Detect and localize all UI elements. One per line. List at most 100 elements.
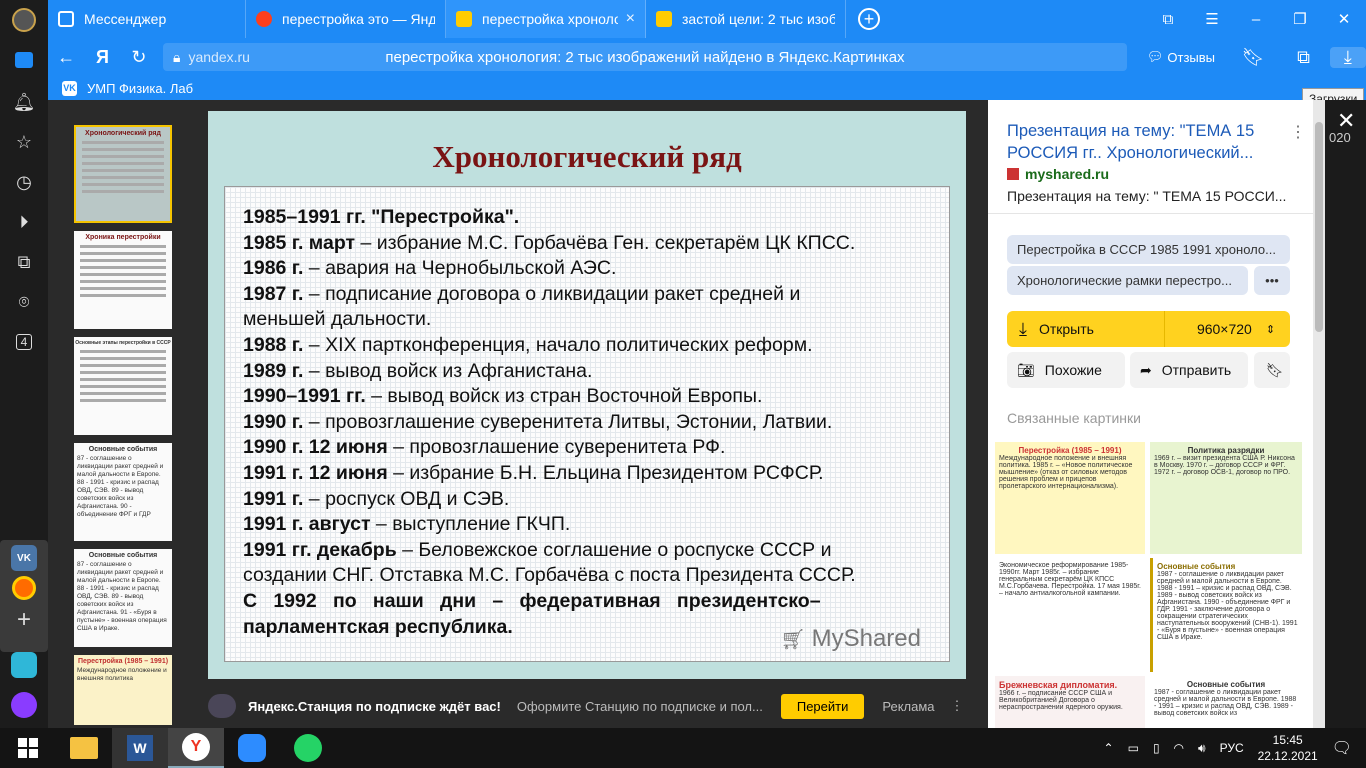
- slide-line: 1987 г. – подписание договора о ликвидац…: [243, 282, 801, 305]
- close-button[interactable]: ✕: [1322, 10, 1366, 28]
- tabs-count-icon[interactable]: 4: [0, 322, 48, 362]
- clock[interactable]: 15:45 22.12.2021: [1258, 732, 1318, 764]
- thumbnail[interactable]: Хроника перестройки: [74, 231, 172, 329]
- more-chips-button[interactable]: •••: [1254, 266, 1290, 295]
- zoom-icon[interactable]: [224, 728, 280, 768]
- notifications-icon[interactable]: 🔔︎: [0, 82, 48, 122]
- thumbnail[interactable]: Основные события 87 - соглашение о ликви…: [74, 443, 172, 541]
- menu-icon[interactable]: ☰: [1190, 10, 1234, 28]
- right-edge: ✕ 020: [1325, 100, 1366, 728]
- slide-line: 1991 г. 12 июня – избрание Б.Н. Ельцина …: [243, 461, 824, 484]
- related-image[interactable]: Экономическое реформирование 1985-1990гг…: [995, 558, 1145, 672]
- profile-avatar[interactable]: [0, 0, 48, 40]
- minimize-button[interactable]: –: [1234, 11, 1278, 28]
- related-image[interactable]: Перестройка (1985 – 1991) Международное …: [995, 442, 1145, 554]
- file-explorer-icon[interactable]: [56, 728, 112, 768]
- size-select[interactable]: 960×720: [1197, 321, 1252, 337]
- network-icon[interactable]: ▭: [1128, 741, 1139, 755]
- thumbnail[interactable]: Перестройка (1985 – 1991) Международное …: [74, 655, 172, 725]
- related-image-text: 1969 г. – визит президента США Р. Никсон…: [1154, 455, 1295, 476]
- thumbnail-title: Основные события: [88, 552, 158, 559]
- source-site-link[interactable]: myshared.ru: [1007, 166, 1109, 182]
- related-image-text: 1966 г. – подписание СССР США и Великобр…: [999, 690, 1123, 711]
- tab-bar: Мессенджер перестройка это — Яндек перес…: [48, 0, 1366, 38]
- favorites-icon[interactable]: ☆: [0, 122, 48, 162]
- station-icon: [208, 694, 236, 718]
- collections-icon[interactable]: ⧉: [0, 242, 48, 282]
- add-panel-icon[interactable]: +: [0, 600, 48, 640]
- history-icon[interactable]: ◷: [0, 162, 48, 202]
- tray-expand-icon[interactable]: ⌃: [1104, 741, 1114, 755]
- source-title-link[interactable]: Презентация на тему: "ТЕМА 15 РОССИЯ гг.…: [1007, 120, 1287, 164]
- vk-icon: VK: [62, 80, 77, 96]
- battery-icon[interactable]: ▯: [1153, 741, 1160, 755]
- ad-banner[interactable]: Яндекс.Станция по подписке ждёт вас! Офо…: [208, 690, 966, 722]
- collections-button[interactable]: ⧉: [1285, 47, 1321, 68]
- tag-chip[interactable]: Перестройка в СССР 1985 1991 хроноло...: [1007, 235, 1290, 264]
- share-icon: ➦: [1140, 361, 1152, 378]
- tab-yandex-search[interactable]: перестройка это — Яндек: [246, 0, 446, 38]
- thumbnail-title: Хроника перестройки: [85, 234, 161, 241]
- word-icon[interactable]: W: [112, 728, 168, 768]
- system-tray: ⌃ ▭ ▯ ◠ 🔊︎ РУС 15:45 22.12.2021 🗨︎: [1104, 732, 1366, 764]
- similar-label: Похожие: [1044, 362, 1102, 378]
- camera-icon: 📷︎: [1017, 361, 1035, 378]
- bookmark-icon[interactable]: 🔖︎: [1235, 47, 1271, 68]
- new-tab-button[interactable]: +: [858, 8, 880, 30]
- similar-button[interactable]: 📷︎ Похожие: [1007, 352, 1125, 388]
- reviews-button[interactable]: 💬︎ Отзывы: [1147, 49, 1215, 65]
- restore-button[interactable]: ❐: [1278, 10, 1322, 28]
- related-image[interactable]: Брежневская дипломатия. 1966 г. – подпис…: [995, 676, 1145, 728]
- language-indicator[interactable]: РУС: [1220, 741, 1244, 755]
- slide-line: 1990 г. 12 июня – провозглашение суверен…: [243, 436, 726, 459]
- whatsapp-icon[interactable]: [280, 728, 336, 768]
- share-button[interactable]: ➦ Отправить: [1130, 352, 1248, 388]
- related-image[interactable]: Политика разрядки 1969 г. – визит презид…: [1150, 442, 1302, 554]
- related-image-text: Международное положение и внешняя полити…: [999, 455, 1133, 490]
- slide-line: 1985–1991 гг. "Перестройка".: [243, 206, 520, 228]
- notifications-icon[interactable]: 🗨︎: [1332, 738, 1352, 758]
- telegram-like-icon[interactable]: [0, 645, 48, 685]
- thumbnail-text: 87 - соглашение о ликвидации ракет средн…: [77, 561, 167, 632]
- ad-go-button[interactable]: Перейти: [780, 693, 865, 719]
- yandex-icon: [256, 11, 272, 27]
- more-icon[interactable]: ⋮: [1290, 122, 1306, 142]
- reload-button[interactable]: ↻: [121, 47, 157, 68]
- back-button[interactable]: ←: [48, 47, 84, 68]
- tab-messenger[interactable]: Мессенджер: [48, 0, 246, 38]
- tab-zastoy-images[interactable]: застой цели: 2 тыс изобра: [646, 0, 846, 38]
- tab-perestroika-images[interactable]: перестройка хронологи ×: [446, 0, 646, 38]
- thumbnail[interactable]: Хронологический ряд: [74, 125, 172, 223]
- volume-icon[interactable]: 🔊︎: [1198, 741, 1206, 756]
- thumbnail[interactable]: Основные этапы перестройки в СССР: [74, 337, 172, 435]
- related-image-title: Перестройка (1985 – 1991): [1018, 446, 1122, 455]
- thumbnail[interactable]: Основные события 87 - соглашение о ликви…: [74, 549, 172, 647]
- close-tab-icon[interactable]: ×: [626, 10, 635, 28]
- related-image[interactable]: Основные события 1987 - соглашение о лик…: [1150, 676, 1302, 728]
- url-field[interactable]: 🔒︎ yandex.ru перестройка хронология: 2 т…: [163, 43, 1127, 71]
- scrollbar[interactable]: [1313, 100, 1325, 728]
- tag-chip[interactable]: Хронологические рамки перестро...: [1007, 266, 1248, 295]
- messenger-icon[interactable]: [0, 40, 48, 80]
- save-bookmark-button[interactable]: 🔖︎: [1254, 352, 1290, 388]
- scrollbar-thumb[interactable]: [1315, 122, 1323, 332]
- play-icon[interactable]: ⏵: [0, 202, 48, 242]
- alice-icon[interactable]: [0, 685, 48, 725]
- yandex-browser-icon[interactable]: Y: [168, 728, 224, 768]
- windows-start-icon[interactable]: [0, 728, 56, 768]
- camera-icon[interactable]: ⌾: [0, 282, 48, 322]
- wifi-icon[interactable]: ◠: [1174, 741, 1184, 755]
- related-heading: Связанные картинки: [1007, 410, 1141, 426]
- tabs-menu-icon[interactable]: ⧉: [1146, 11, 1190, 28]
- yandex-home-button[interactable]: Я: [84, 47, 120, 68]
- more-icon[interactable]: ⋮: [951, 698, 964, 714]
- bookmark-item[interactable]: УМП Физика. Лаб: [87, 81, 193, 96]
- slide-line: 1990 г. – провозглашение суверенитета Ли…: [243, 410, 833, 433]
- source-description: Презентация на тему: " ТЕМА 15 РОССИ...: [1007, 188, 1287, 204]
- downloads-button[interactable]: ⤓: [1329, 46, 1366, 68]
- related-image-title: Основные события: [1186, 680, 1266, 689]
- main-image[interactable]: Хронологический ряд 1985–1991 гг. "Перес…: [208, 111, 966, 679]
- related-image[interactable]: Основные события 1987 - соглашение о лик…: [1150, 558, 1302, 672]
- open-image-button[interactable]: ⤓ Открыть 960×720 ⇕: [1007, 311, 1290, 347]
- bookmarks-bar: VK УМП Физика. Лаб: [48, 76, 1366, 100]
